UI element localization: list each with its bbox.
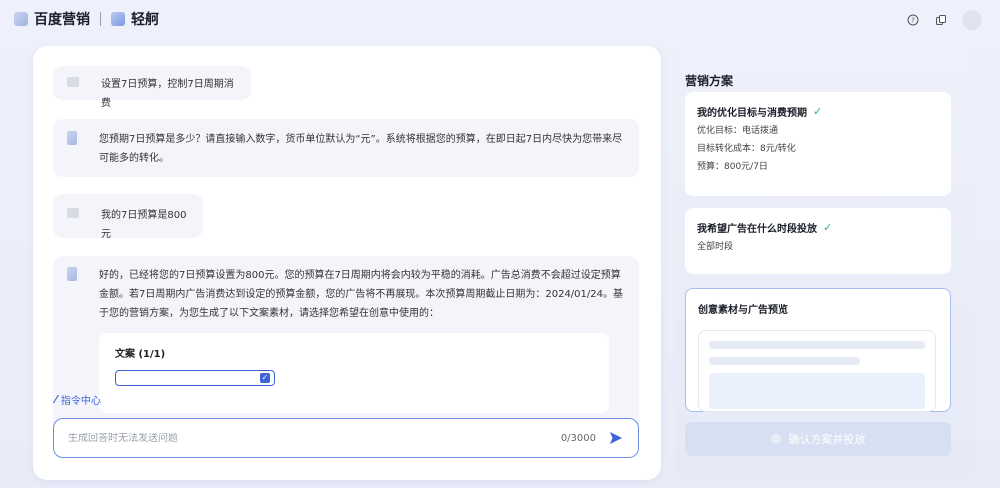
card-line: 优化目标：电话拨通	[697, 126, 779, 136]
message-text: 您预期7日预算是多少？请直接输入数字，货币单位默认为“元”。系统将根据您的预算，…	[99, 134, 623, 164]
card-title-text: 我希望广告在什么时段投放	[697, 224, 817, 235]
send-icon[interactable]	[608, 430, 624, 446]
user-avatar-icon	[67, 77, 79, 87]
chat-message-user: 设置7日预算，控制7日周期消费	[53, 66, 251, 109]
ad-preview-placeholder	[698, 330, 936, 412]
command-center-label: 指令中心	[60, 395, 101, 407]
plan-card-creative-preview[interactable]: 创意素材与广告预览	[685, 288, 951, 412]
help-icon[interactable]: ?	[906, 13, 920, 27]
checkbox-checked-icon[interactable]: ✓	[260, 373, 270, 383]
user-avatar[interactable]	[962, 10, 982, 30]
message-text: 好的，已经将您的7日预算设置为800元。您的预算在7日周期内将会内较为平稳的消耗…	[99, 270, 623, 319]
check-icon: ✓	[813, 105, 823, 118]
assistant-avatar-icon	[67, 131, 77, 145]
card-title: 创意素材与广告预览	[698, 301, 938, 316]
card-title: 我希望广告在什么时段投放 ✓	[697, 220, 939, 235]
plan-card-goal[interactable]: 我的优化目标与消费预期 ✓ 优化目标：电话拨通 目标转化成本：8元/转化 预算：…	[685, 92, 951, 196]
svg-text:?: ?	[911, 17, 915, 25]
product-logo-icon	[111, 12, 125, 26]
message-text: 我的7日预算是800元	[101, 210, 187, 240]
preview-skeleton-bar	[709, 357, 861, 365]
plan-card-schedule[interactable]: 我希望广告在什么时段投放 ✓ 全部时段	[685, 208, 951, 274]
message-text: 设置7日预算，控制7日周期消费	[101, 79, 234, 109]
user-avatar-icon	[67, 208, 79, 218]
confirm-plan-button[interactable]: 确认方案并投放	[685, 422, 951, 456]
confirm-plan-label: 确认方案并投放	[788, 433, 866, 446]
check-icon: ✓	[823, 221, 833, 234]
top-bar: 百度营销 轻舸	[0, 0, 1000, 38]
loading-icon	[770, 434, 781, 444]
chat-message-assistant: 您预期7日预算是多少？请直接输入数字，货币单位默认为“元”。系统将根据您的预算，…	[53, 119, 639, 177]
char-counter: 0/3000	[560, 432, 596, 444]
card-line: 预算：800元/7日	[697, 162, 768, 172]
assistant-avatar-icon	[67, 267, 77, 281]
copy-option-selector[interactable]: ✓	[115, 370, 275, 386]
chat-input[interactable]	[68, 432, 561, 444]
copy-icon[interactable]	[934, 13, 948, 27]
plan-title: 营销方案	[685, 74, 734, 88]
card-title-text: 我的优化目标与消费预期	[697, 108, 807, 119]
product-name: 轻舸	[131, 12, 159, 28]
card-title-text: 创意素材与广告预览	[698, 305, 788, 316]
message-content: 好的，已经将您的7日预算设置为800元。您的预算在7日周期内将会内较为平稳的消耗…	[99, 266, 625, 413]
card-line: 目标转化成本：8元/转化	[697, 144, 796, 154]
header-divider	[100, 12, 101, 26]
copy-card-title: 文案 (1/1)	[115, 349, 166, 360]
copy-material-card: 文案 (1/1) ✓	[99, 333, 609, 413]
marketing-plan-panel: 营销方案 我的优化目标与消费预期 ✓ 优化目标：电话拨通 目标转化成本：8元/转…	[675, 46, 975, 480]
preview-skeleton-bar	[709, 341, 925, 349]
card-title: 我的优化目标与消费预期 ✓	[697, 104, 939, 119]
chat-input-box: 0/3000	[53, 418, 639, 458]
card-line: 全部时段	[697, 242, 734, 252]
brand-name: 百度营销	[34, 12, 90, 28]
chat-message-user: 我的7日预算是800元	[53, 194, 203, 240]
top-right-tools: ?	[906, 10, 982, 30]
baidu-logo-icon	[14, 12, 28, 26]
preview-skeleton-block	[709, 373, 925, 409]
command-center-link[interactable]: ⁄ 指令中心	[55, 390, 101, 408]
chat-panel: 设置7日预算，控制7日周期消费 您预期7日预算是多少？请直接输入数字，货币单位默…	[33, 46, 661, 480]
magic-wand-icon: ⁄	[55, 392, 57, 406]
